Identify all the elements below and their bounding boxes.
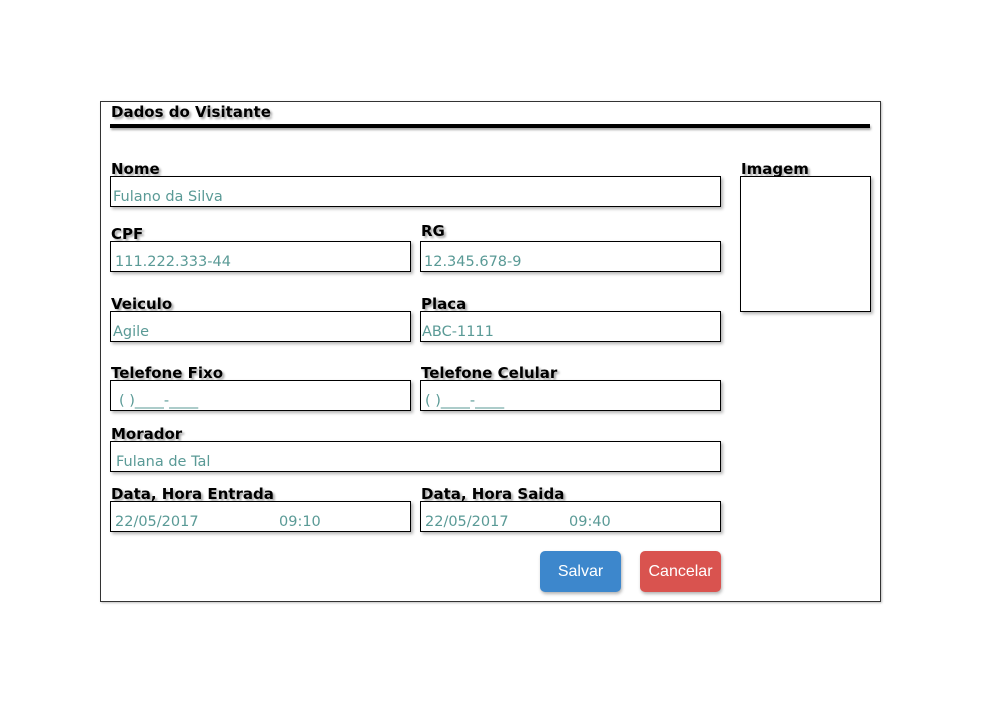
cpf-value: 111.222.333-44 xyxy=(115,254,231,270)
entrada-date: 22/05/2017 xyxy=(115,514,199,530)
telefone-fixo-field[interactable]: ( )____-____ xyxy=(110,380,411,411)
saida-time: 09:40 xyxy=(569,514,611,530)
cancel-button[interactable]: Cancelar xyxy=(640,551,721,592)
telefone-celular-field[interactable]: ( )____-____ xyxy=(420,380,721,411)
morador-value: Fulana de Tal xyxy=(116,454,211,470)
rg-value: 12.345.678-9 xyxy=(424,254,522,270)
nome-value: Fulano da Silva xyxy=(113,189,223,205)
telefone-fixo-value: ( )____-____ xyxy=(119,393,199,409)
veiculo-field[interactable]: Agile xyxy=(110,311,411,342)
placa-field[interactable]: ABC-1111 xyxy=(420,311,721,342)
entrada-time: 09:10 xyxy=(279,514,321,530)
rg-field[interactable]: 12.345.678-9 xyxy=(420,241,721,272)
visitor-image-box[interactable] xyxy=(740,176,871,312)
saida-date: 22/05/2017 xyxy=(425,514,509,530)
telefone-celular-value: ( )____-____ xyxy=(425,393,505,409)
veiculo-value: Agile xyxy=(113,324,150,340)
morador-field[interactable]: Fulana de Tal xyxy=(110,441,721,472)
rg-label: RG xyxy=(421,222,445,240)
saida-field[interactable]: 22/05/2017 09:40 xyxy=(420,501,721,532)
entrada-field[interactable]: 22/05/2017 09:10 xyxy=(110,501,411,532)
cpf-field[interactable]: 111.222.333-44 xyxy=(110,241,411,272)
placa-value: ABC-1111 xyxy=(422,324,494,340)
form-title: Dados do Visitante xyxy=(111,103,271,121)
save-button[interactable]: Salvar xyxy=(540,551,621,592)
title-divider xyxy=(110,124,870,128)
nome-field[interactable]: Fulano da Silva xyxy=(110,176,721,207)
